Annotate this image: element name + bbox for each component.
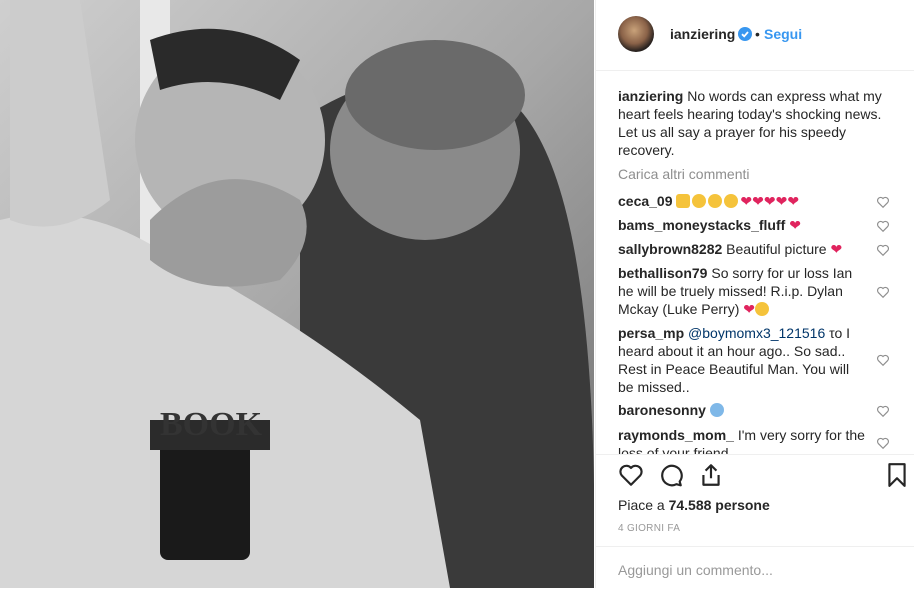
red-heart-emoji-icon: ❤ [743, 301, 755, 317]
comment-like-heart-icon[interactable] [876, 243, 890, 257]
red-heart-emoji-icon: ❤ [763, 193, 776, 209]
likes-prefix: Piace a [618, 497, 669, 513]
comment-like-heart-icon[interactable] [876, 285, 890, 299]
load-more-comments[interactable]: Carica altri commenti [618, 166, 749, 182]
like-heart-icon[interactable] [618, 462, 644, 488]
sad-emoji-icon [708, 194, 723, 208]
comment-like-heart-icon[interactable] [876, 195, 890, 209]
post-timestamp[interactable]: 4 GIORNI FA [618, 523, 680, 534]
red-heart-emoji-icon: ❤ [787, 193, 800, 209]
comment-text: Beautiful picture [726, 241, 827, 257]
comment-username[interactable]: baronesonny [618, 402, 706, 418]
add-comment-bar: Aggiungi un commento... [596, 546, 914, 589]
comment-username[interactable]: bams_moneystacks_fluff [618, 217, 785, 233]
comment-item: sallybrown8282 Beautiful picture ❤ [618, 240, 868, 258]
post-header: ianziering • Segui [596, 0, 914, 71]
red-heart-emoji-icon: ❤ [789, 217, 801, 233]
red-heart-emoji-icon: ❤ [740, 193, 753, 209]
comment-like-heart-icon[interactable] [876, 436, 890, 450]
post-photo[interactable]: BOOK [0, 0, 594, 588]
pray-emoji-icon [676, 194, 691, 208]
svg-text:BOOK: BOOK [160, 406, 263, 443]
bookmark-icon[interactable] [884, 462, 910, 488]
likes-suffix: persone [711, 497, 770, 513]
comment-username[interactable]: ceca_09 [618, 193, 673, 209]
comment-item: ceca_09 ❤❤❤❤❤ [618, 192, 868, 210]
likes-number: 74.588 [668, 497, 712, 513]
comment-username[interactable]: bethallison79 [618, 265, 707, 281]
likes-count[interactable]: Piace a 74.588 persone [618, 497, 770, 513]
red-heart-emoji-icon: ❤ [775, 193, 788, 209]
sad-emoji-icon [692, 194, 707, 208]
comment-like-heart-icon[interactable] [876, 353, 890, 367]
comment-username[interactable]: persa_mp [618, 325, 684, 341]
separator-dot: • [755, 26, 760, 42]
sad-emoji-icon [754, 302, 769, 316]
actions-divider [596, 454, 914, 455]
comment-item: bams_moneystacks_fluff ❤ [618, 216, 868, 234]
crying-emoji-icon [709, 403, 724, 417]
comment-emoji-row: ❤❤❤❤❤ [676, 193, 799, 209]
comment-username[interactable]: sallybrown8282 [618, 241, 722, 257]
header-username[interactable]: ianziering [670, 26, 735, 42]
comment-item: bethallison79 So sorry for ur loss Ian h… [618, 264, 868, 318]
post-side-panel: ianziering • Segui ianziering No words c… [595, 0, 914, 588]
comment-item: raymonds_mom_ I'm very sorry for the los… [618, 426, 868, 454]
follow-button[interactable]: Segui [764, 26, 802, 42]
comment-item: baronesonny [618, 401, 868, 419]
comment-input[interactable]: Aggiungi un commento... [618, 562, 773, 578]
comment-username[interactable]: raymonds_mom_ [618, 427, 734, 443]
comment-like-heart-icon[interactable] [876, 219, 890, 233]
comment-mention[interactable]: @boymomx3_121516 [688, 325, 825, 341]
red-heart-emoji-icon: ❤ [830, 241, 843, 257]
caption-username[interactable]: ianziering [618, 88, 683, 104]
comment-bubble-icon[interactable] [658, 462, 684, 488]
user-avatar[interactable] [618, 16, 654, 52]
post-caption: ianziering No words can express what my … [618, 87, 890, 159]
sad-emoji-icon [724, 194, 739, 208]
red-heart-emoji-icon: ❤ [752, 193, 764, 209]
verified-badge-icon [738, 27, 752, 41]
share-icon[interactable] [698, 462, 724, 488]
comment-like-heart-icon[interactable] [876, 404, 890, 418]
comment-item: persa_mp @boymomx3_121516 το I heard abo… [618, 324, 868, 396]
